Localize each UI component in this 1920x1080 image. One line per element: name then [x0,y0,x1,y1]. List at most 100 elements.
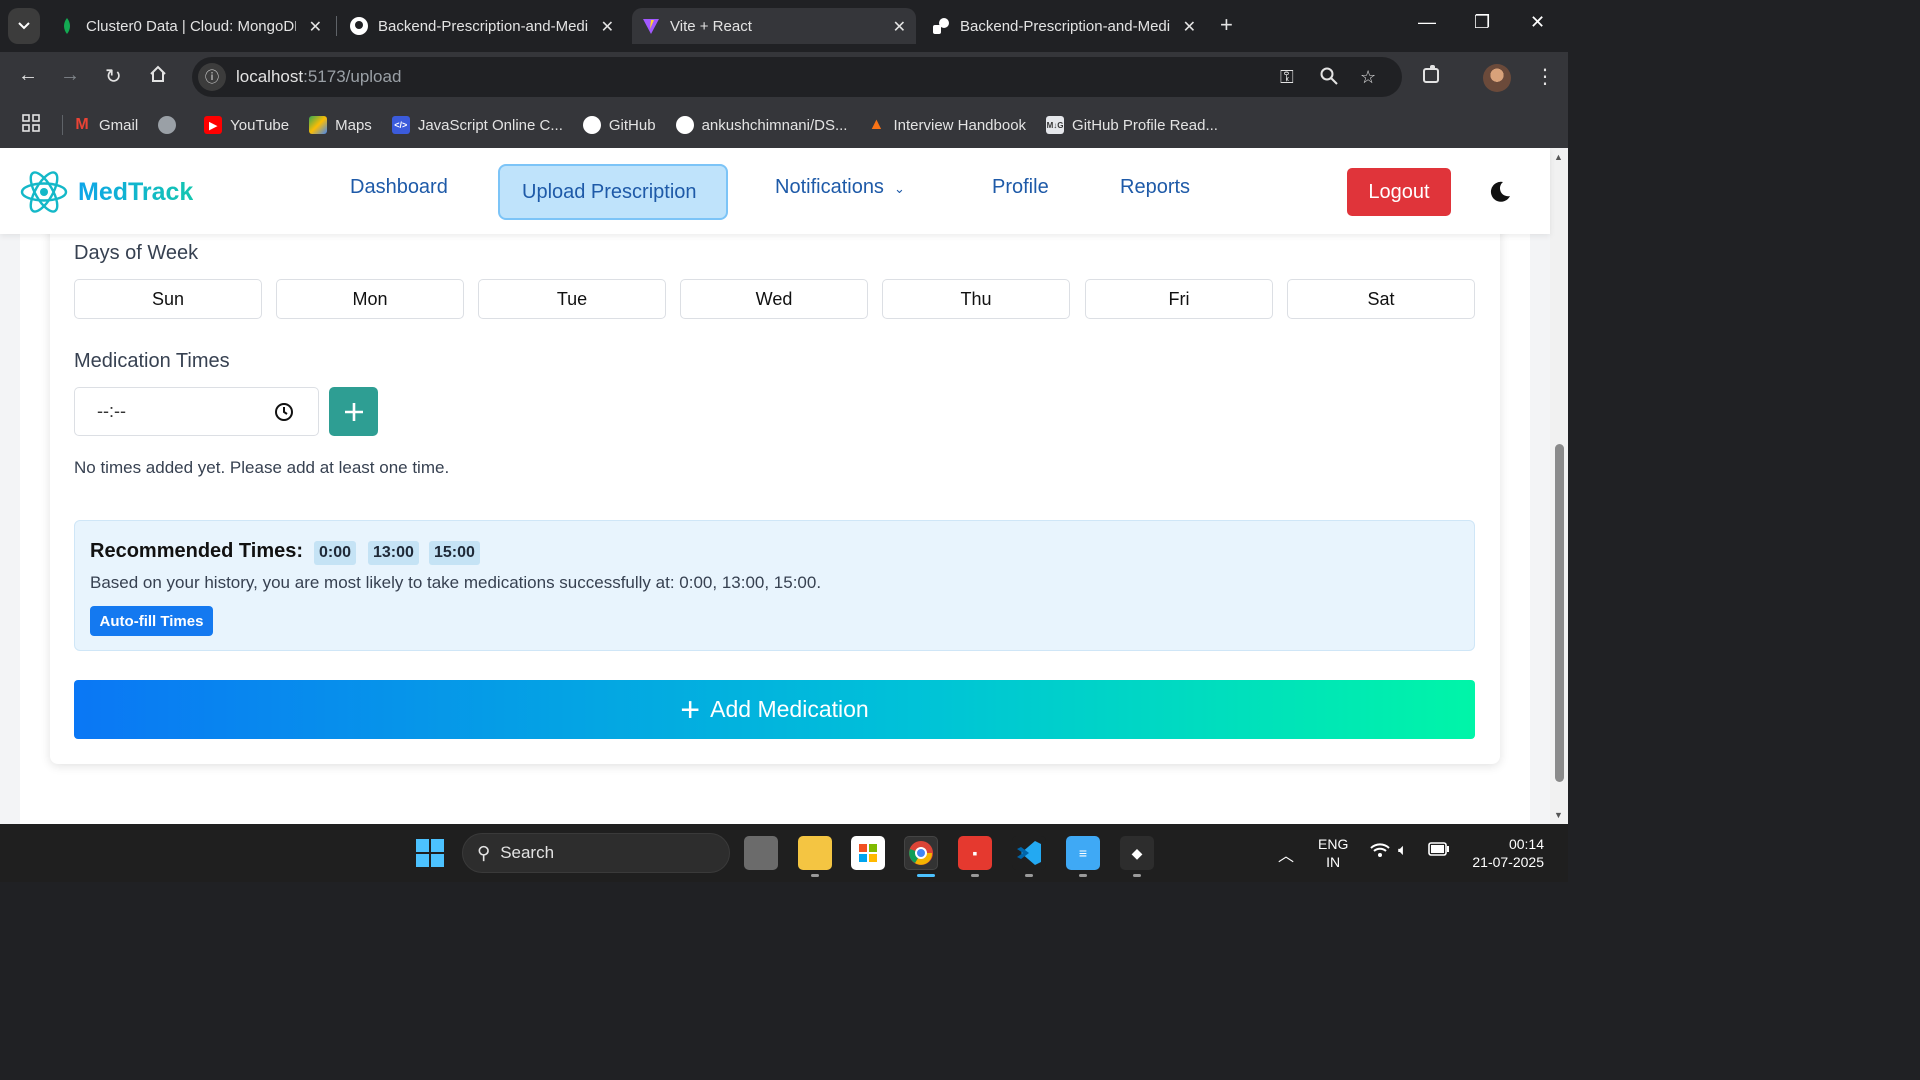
new-tab-icon[interactable]: + [1220,12,1233,38]
task-view-icon[interactable] [744,836,778,870]
bookmark-label: YouTube [230,116,290,134]
vscode-icon[interactable] [1012,836,1046,870]
tab-close-icon[interactable]: ✕ [1183,17,1196,37]
taskbar-search[interactable]: ⚲ Search [462,833,730,873]
recommended-time-chip: 13:00 [368,541,419,565]
github-icon [675,116,694,134]
day-button-sun[interactable]: Sun [74,279,262,319]
system-clock[interactable]: 00:14 21-07-2025 [1464,835,1544,871]
chrome-icon[interactable] [904,836,938,870]
reload-icon[interactable]: ↻ [105,64,122,89]
days-of-week-label: Days of Week [74,242,199,264]
wifi-icon[interactable] [1370,842,1390,863]
extensions-icon[interactable] [1422,64,1442,90]
day-button-sat[interactable]: Sat [1287,279,1475,319]
minimize-icon[interactable]: — [1418,12,1436,33]
browser-toolbar: ← → ↻ ⓘ localhost:5173/upload ⚿ ☆ ⋮ [0,52,1568,102]
apps-grid-icon[interactable] [22,113,62,137]
add-medication-button[interactable]: + Add Medication [74,680,1475,739]
running-indicator [811,874,819,877]
scroll-down-arrow-icon[interactable]: ▼ [1554,810,1563,820]
scroll-up-arrow-icon[interactable]: ▲ [1554,152,1563,162]
page-scrollbar[interactable]: ▲ ▼ [1550,148,1568,824]
bookmark-youtube[interactable]: ▶ YouTube [204,116,289,134]
profile-avatar[interactable] [1483,64,1511,92]
address-bar[interactable]: ⓘ localhost:5173/upload ⚿ ☆ [192,57,1402,97]
bookmark-globe[interactable] [158,116,184,134]
tab-close-icon[interactable]: ✕ [309,17,322,37]
browser-tab-render[interactable]: Backend-Prescription-and-Medication ✕ [922,8,1206,44]
logout-button[interactable]: Logout [1347,168,1451,216]
auto-fill-times-button[interactable]: Auto-fill Times [90,606,213,636]
language-indicator[interactable]: ENG IN [1318,835,1348,871]
add-time-button[interactable] [329,387,378,436]
search-icon: ⚲ [477,842,491,863]
app-red-icon[interactable]: ▪ [958,836,992,870]
bookmark-label: GitHub Profile Read... [1072,116,1218,134]
browser-menu-icon[interactable]: ⋮ [1535,64,1555,89]
bookmark-gmail[interactable]: M Gmail [73,116,138,134]
bookmark-profile-readme[interactable]: M↓G GitHub Profile Read... [1046,116,1218,134]
home-icon[interactable] [148,64,168,90]
nav-upload-prescription[interactable]: Upload Prescription [498,164,728,220]
add-medication-label: Add Medication [710,696,869,722]
day-button-fri[interactable]: Fri [1085,279,1273,319]
file-explorer-icon[interactable] [798,836,832,870]
forward-arrow-icon[interactable]: → [60,64,80,87]
browser-tab-vite-active[interactable]: Vite + React ✕ [632,8,916,44]
url-path: :5173/upload [303,67,402,86]
zoom-icon[interactable] [1320,67,1338,90]
microsoft-store-icon[interactable] [851,836,885,870]
back-arrow-icon[interactable]: ← [18,64,38,87]
bookmark-github[interactable]: GitHub [582,116,656,134]
tab-search-button[interactable] [8,8,40,44]
tab-title: Backend-Prescription-and-Medication [378,17,588,35]
tab-close-icon[interactable]: ✕ [601,17,614,37]
day-button-thu[interactable]: Thu [882,279,1070,319]
restore-icon[interactable]: ❐ [1474,12,1490,33]
bookmark-maps[interactable]: Maps [309,116,372,134]
show-hidden-icons-icon[interactable]: ︿ [1278,842,1294,866]
nav-reports[interactable]: Reports [1120,176,1190,199]
taskbar-search-label: Search [500,843,555,862]
day-button-tue[interactable]: Tue [478,279,666,319]
nav-notifications[interactable]: Notifications ⌄ [775,176,905,199]
bookmark-star-icon[interactable]: ☆ [1360,67,1376,88]
bookmark-label: GitHub [608,116,656,134]
bookmark-ankush[interactable]: ankushchimnani/DS... [675,116,847,134]
github-icon [582,116,601,134]
bookmark-js-online[interactable]: </> JavaScript Online C... [391,116,563,134]
chevron-down-icon: ⌄ [893,181,905,196]
vite-icon [642,17,660,35]
bookmark-interview[interactable]: ▲ Interview Handbook [867,116,1027,134]
brand-name: MedTrack [78,177,194,206]
tab-close-icon[interactable]: ✕ [893,17,906,37]
site-info-icon[interactable]: ⓘ [198,63,226,91]
browser-tab-github[interactable]: Backend-Prescription-and-Medication ✕ [340,8,624,44]
notepad-icon[interactable]: ≡ [1066,836,1100,870]
maps-icon [309,116,328,134]
browser-tab-mongodb[interactable]: Cluster0 Data | Cloud: MongoDB ✕ [48,8,332,44]
windows-start-icon[interactable] [415,838,445,868]
scrollbar-thumb[interactable] [1555,444,1564,782]
app-box-icon[interactable]: ◆ [1120,836,1154,870]
bookmarks-bar: M Gmail ▶ YouTube Maps </> JavaScript Onlin… [0,102,1568,148]
time-input[interactable]: --:-- [74,387,319,436]
medication-times-label: Medication Times [74,350,230,372]
nav-profile[interactable]: Profile [992,176,1049,199]
day-button-mon[interactable]: Mon [276,279,464,319]
bookmark-separator [62,115,63,135]
close-window-icon[interactable]: ✕ [1530,12,1545,33]
brand[interactable]: MedTrack [20,168,193,216]
day-button-wed[interactable]: Wed [680,279,868,319]
dark-mode-moon-icon[interactable] [1488,180,1512,204]
nav-notifications-label: Notifications [775,176,884,198]
recommended-times-panel: Recommended Times: 0:00 13:00 15:00 Base… [74,520,1475,651]
volume-icon[interactable]: 🔈︎ [1398,842,1408,860]
language-line-2: IN [1326,854,1341,870]
clock-icon[interactable] [274,402,294,422]
password-key-icon[interactable]: ⚿ [1280,67,1294,88]
nav-dashboard[interactable]: Dashboard [350,176,448,199]
no-times-message: No times added yet. Please add at least … [74,458,450,477]
battery-icon[interactable] [1428,842,1450,861]
